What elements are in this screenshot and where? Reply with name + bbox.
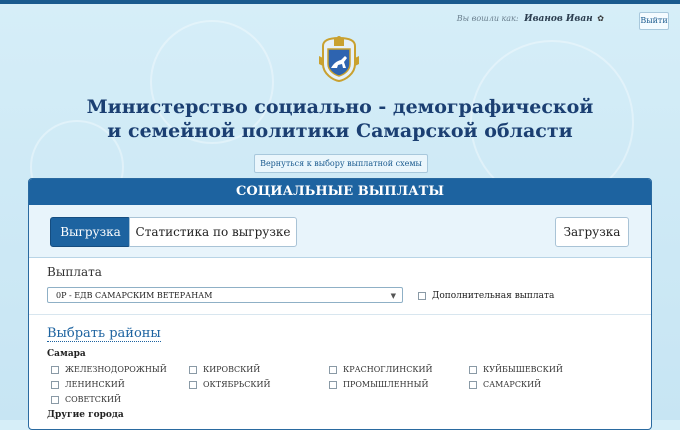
chevron-down-icon: ▼ (390, 292, 396, 300)
district-label: ОКТЯБРЬСКИЙ (203, 380, 271, 389)
page-title-line1: Министерство социально - демографической (86, 96, 594, 118)
district-label: КИРОВСКИЙ (203, 365, 261, 374)
group-samara: Самара (47, 349, 86, 359)
district-item[interactable]: КРАСНОГЛИНСКИЙ (329, 365, 432, 374)
district-checkbox[interactable] (51, 381, 59, 389)
payout-select[interactable]: 0Р - ЕДВ САМАРСКИМ ВЕТЕРАНАМ ▼ (47, 287, 403, 303)
section-divider (29, 314, 651, 315)
page-title-line2: и семейной политики Самарской области (107, 120, 573, 142)
district-item[interactable]: САМАРСКИЙ (469, 380, 541, 389)
tab-import[interactable]: Загрузка (555, 217, 629, 247)
group-other-cities: Другие города (47, 410, 124, 420)
district-checkbox[interactable] (189, 366, 197, 374)
tabs-row: Выгрузка Статистика по выгрузке Загрузка (29, 205, 651, 258)
additional-payout-option[interactable]: Дополнительная выплата (418, 291, 554, 301)
additional-payout-label: Дополнительная выплата (432, 291, 555, 301)
user-name: Иванов Иван (524, 14, 593, 24)
district-checkbox[interactable] (189, 381, 197, 389)
district-checkbox[interactable] (329, 381, 337, 389)
district-checkbox[interactable] (469, 381, 477, 389)
district-item[interactable]: ЛЕНИНСКИЙ (51, 380, 125, 389)
district-checkbox[interactable] (329, 366, 337, 374)
panel-heading: СОЦИАЛЬНЫЕ ВЫПЛАТЫ (29, 179, 651, 205)
district-item[interactable]: КУЙБЫШЕВСКИЙ (469, 365, 563, 374)
district-item[interactable]: ПРОМЫШЛЕННЫЙ (329, 380, 428, 389)
top-accent-line (0, 0, 680, 4)
district-checkbox[interactable] (469, 366, 477, 374)
district-label: ЛЕНИНСКИЙ (65, 380, 125, 389)
district-label: САМАРСКИЙ (483, 380, 542, 389)
district-checkbox[interactable] (51, 396, 59, 404)
additional-payout-checkbox[interactable] (418, 291, 426, 300)
district-item[interactable]: КИРОВСКИЙ (189, 365, 260, 374)
district-item[interactable]: ОКТЯБРЬСКИЙ (189, 380, 270, 389)
coat-of-arms-icon (319, 36, 359, 82)
tab-export-statistics[interactable]: Статистика по выгрузке (129, 217, 297, 247)
district-item[interactable]: ЖЕЛЕЗНОДОРОЖНЫЙ (51, 365, 167, 374)
district-label: КУЙБЫШЕВСКИЙ (483, 365, 563, 374)
district-label: ЖЕЛЕЗНОДОРОЖНЫЙ (65, 365, 167, 374)
user-bar: Вы вошли как: Иванов Иван ✿ (457, 14, 604, 24)
page-title: Министерство социально - демографической… (0, 95, 680, 143)
logout-button[interactable]: Выйти (639, 12, 669, 30)
payout-selected-value: 0Р - ЕДВ САМАРСКИМ ВЕТЕРАНАМ (56, 291, 213, 300)
choose-districts-link[interactable]: Выбрать районы (47, 326, 161, 342)
district-label: КРАСНОГЛИНСКИЙ (343, 365, 433, 374)
district-checkbox[interactable] (51, 366, 59, 374)
back-to-scheme-button[interactable]: Вернуться к выбору выплатной схемы (254, 154, 428, 173)
district-item[interactable]: СОВЕТСКИЙ (51, 395, 121, 404)
payout-label: Выплата (47, 265, 102, 279)
logged-in-label: Вы вошли как: (456, 14, 519, 23)
tab-export[interactable]: Выгрузка (50, 217, 131, 247)
district-label: ПРОМЫШЛЕННЫЙ (343, 380, 429, 389)
district-label: СОВЕТСКИЙ (65, 395, 121, 404)
social-payments-panel: СОЦИАЛЬНЫЕ ВЫПЛАТЫ Выгрузка Статистика п… (28, 178, 652, 430)
gear-icon[interactable]: ✿ (597, 14, 604, 23)
